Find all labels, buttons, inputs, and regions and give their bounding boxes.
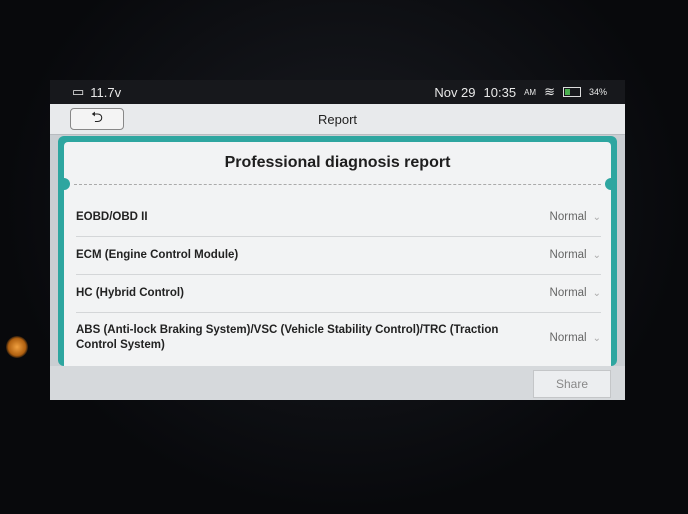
chevron-down-icon: ⌄ — [592, 332, 601, 344]
chevron-down-icon: ⌄ — [592, 287, 601, 299]
system-row[interactable]: ECM (Engine Control Module) Normal ⌄ — [76, 236, 601, 275]
ticket-notch-left — [58, 178, 70, 190]
system-row[interactable]: EOBD/OBD II Normal ⌄ — [76, 198, 601, 237]
device-screen: ▭ 11.7v Nov 29 10:35 AM ≋ 34% ⮌ Report P… — [50, 80, 625, 400]
report-card: Professional diagnosis report EOBD/OBD I… — [58, 142, 617, 370]
divider — [74, 184, 601, 185]
battery-percent: 34% — [588, 87, 607, 97]
system-name: HC (Hybrid Control) — [76, 286, 184, 299]
status-left: ▭ 11.7v — [72, 84, 121, 100]
chevron-down-icon: ⌄ — [592, 249, 601, 261]
status-text: Normal — [549, 287, 587, 299]
system-status: Normal ⌄ — [550, 332, 601, 344]
voltage-reading: 11.7v — [90, 84, 122, 100]
status-ampm: AM — [524, 87, 537, 97]
system-status: Normal ⌄ — [550, 211, 601, 223]
report-content: Professional diagnosis report EOBD/OBD I… — [58, 136, 617, 370]
system-row[interactable]: HC (Hybrid Control) Normal ⌄ — [76, 274, 601, 313]
system-name: ABS (Anti-lock Braking System)/VSC (Vehi… — [76, 324, 499, 351]
battery-car-icon: ▭ — [72, 84, 85, 99]
status-bar: ▭ 11.7v Nov 29 10:35 AM ≋ 34% — [50, 80, 625, 104]
chevron-down-icon: ⌄ — [592, 211, 601, 223]
status-date: Nov 29 — [434, 84, 476, 100]
system-name: ECM (Engine Control Module) — [76, 248, 239, 261]
battery-icon — [562, 87, 581, 97]
status-text: Normal — [549, 332, 587, 344]
reflection-light — [6, 336, 28, 358]
system-name: EOBD/OBD II — [76, 210, 148, 223]
status-time: 10:35 — [483, 84, 517, 100]
page-title: Report — [317, 112, 358, 127]
system-status: Normal ⌄ — [550, 249, 601, 261]
system-status: Normal ⌄ — [550, 287, 601, 299]
share-button[interactable]: Share — [533, 370, 611, 398]
title-bar: ⮌ Report — [50, 104, 625, 135]
ticket-notch-right — [605, 178, 617, 190]
status-right: Nov 29 10:35 AM ≋ 34% — [434, 84, 607, 100]
system-row[interactable]: ABS (Anti-lock Braking System)/VSC (Vehi… — [76, 312, 601, 364]
status-text: Normal — [549, 211, 587, 223]
footer-bar: Share — [50, 366, 625, 400]
wifi-icon: ≋ — [544, 84, 555, 99]
status-text: Normal — [549, 249, 587, 261]
report-heading: Professional diagnosis report — [224, 154, 451, 171]
